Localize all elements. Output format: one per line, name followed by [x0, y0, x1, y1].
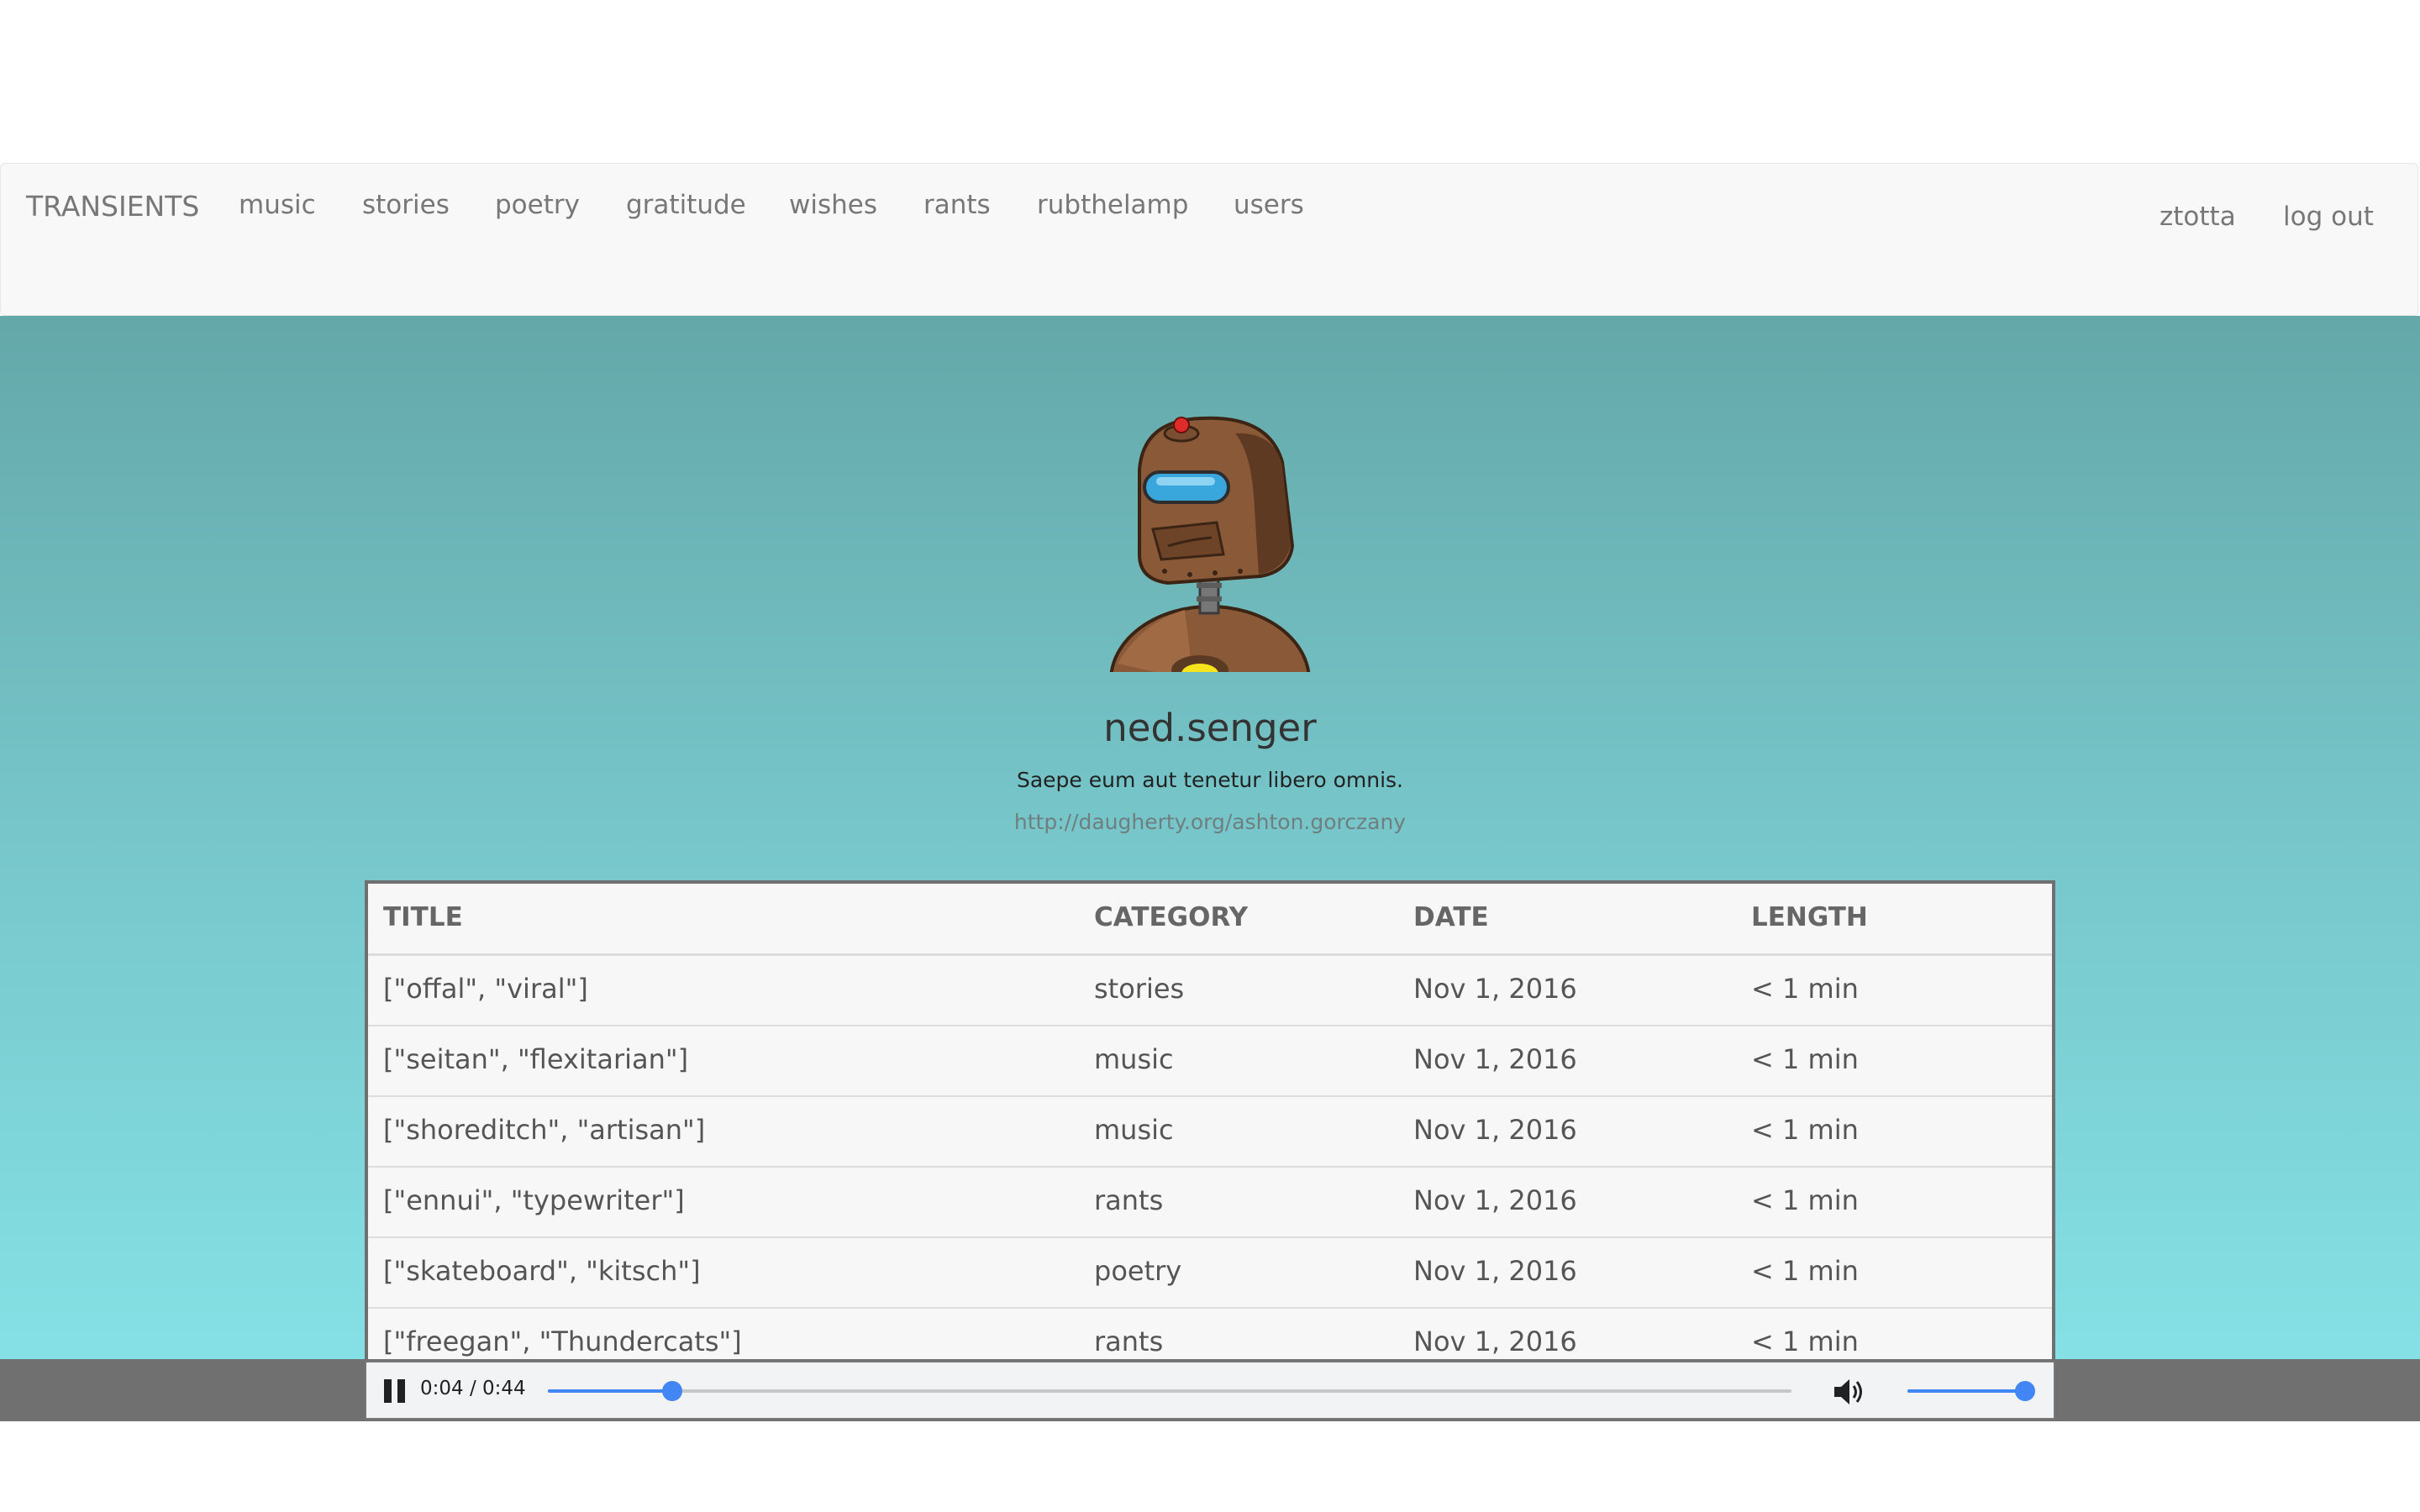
logout-link[interactable]: log out: [2283, 199, 2374, 235]
row-category: poetry: [1094, 1255, 1182, 1287]
profile-tagline: Saepe eum aut tenetur libero omnis.: [1016, 768, 1403, 792]
nav-link-stories[interactable]: stories: [362, 187, 450, 223]
row-date: Nov 1, 2016: [1413, 1255, 1577, 1287]
profile-username: ned.senger: [1103, 706, 1317, 750]
row-length: < 1 min: [1751, 1043, 1859, 1075]
nav-link-rants[interactable]: rants: [923, 187, 991, 223]
row-date: Nov 1, 2016: [1413, 1184, 1577, 1216]
brand-link[interactable]: TRANSIENTS: [26, 187, 199, 226]
nav-link-music[interactable]: music: [239, 187, 316, 223]
nav-link-poetry[interactable]: poetry: [495, 187, 580, 223]
row-date: Nov 1, 2016: [1413, 973, 1577, 1005]
row-category: rants: [1094, 1184, 1164, 1216]
seek-slider-thumb[interactable]: [662, 1381, 682, 1401]
header-length[interactable]: LENGTH: [1751, 902, 1868, 932]
profile-hero: ned.senger Saepe eum aut tenetur libero …: [0, 316, 2420, 1421]
volume-slider[interactable]: [1907, 1381, 2035, 1401]
nav-link-users[interactable]: users: [1234, 187, 1304, 223]
header-title[interactable]: TITLE: [383, 902, 463, 932]
row-title[interactable]: ["skateboard", "kitsch"]: [383, 1255, 701, 1287]
row-length: < 1 min: [1751, 1326, 1859, 1357]
row-title[interactable]: ["shoreditch", "artisan"]: [383, 1114, 705, 1146]
row-title[interactable]: ["seitan", "flexitarian"]: [383, 1043, 688, 1075]
table-row[interactable]: ["shoreditch", "artisan"] music Nov 1, 2…: [368, 1097, 2052, 1168]
pause-icon[interactable]: [383, 1379, 407, 1403]
row-category: music: [1094, 1114, 1174, 1146]
seek-slider[interactable]: [548, 1381, 1791, 1401]
volume-icon[interactable]: [1832, 1376, 1867, 1408]
volume-slider-fill: [1907, 1389, 2025, 1393]
row-length: < 1 min: [1751, 973, 1859, 1005]
robot-avatar-icon: [1109, 416, 1311, 672]
nav-link-rubthelamp[interactable]: rubthelamp: [1037, 187, 1188, 223]
top-navbar: TRANSIENTS music stories poetry gratitud…: [0, 163, 2418, 316]
audio-player: 0:04 / 0:44: [365, 1361, 2055, 1420]
profile-website-link[interactable]: http://daugherty.org/ashton.gorczany: [0, 810, 2420, 834]
seek-slider-fill: [548, 1389, 672, 1393]
volume-slider-thumb[interactable]: [2015, 1381, 2035, 1401]
table-header-row: TITLE CATEGORY DATE LENGTH: [368, 884, 2052, 956]
row-length: < 1 min: [1751, 1255, 1859, 1287]
header-category[interactable]: CATEGORY: [1094, 902, 1248, 932]
row-category: rants: [1094, 1326, 1164, 1357]
table-row[interactable]: ["skateboard", "kitsch"] poetry Nov 1, 2…: [368, 1238, 2052, 1309]
row-title[interactable]: ["freegan", "Thundercats"]: [383, 1326, 742, 1357]
row-category: stories: [1094, 973, 1185, 1005]
posts-table: TITLE CATEGORY DATE LENGTH ["offal", "vi…: [365, 880, 2055, 1421]
row-date: Nov 1, 2016: [1413, 1043, 1577, 1075]
row-category: music: [1094, 1043, 1174, 1075]
row-date: Nov 1, 2016: [1413, 1326, 1577, 1357]
nav-user-link[interactable]: ztotta: [2160, 199, 2236, 235]
row-title[interactable]: ["offal", "viral"]: [383, 973, 588, 1005]
nav-link-wishes[interactable]: wishes: [789, 187, 877, 223]
row-length: < 1 min: [1751, 1114, 1859, 1146]
row-title[interactable]: ["ennui", "typewriter"]: [383, 1184, 685, 1216]
row-date: Nov 1, 2016: [1413, 1114, 1577, 1146]
nav-link-gratitude[interactable]: gratitude: [626, 187, 746, 223]
row-length: < 1 min: [1751, 1184, 1859, 1216]
table-row[interactable]: ["seitan", "flexitarian"] music Nov 1, 2…: [368, 1026, 2052, 1097]
header-date[interactable]: DATE: [1413, 902, 1489, 932]
table-row[interactable]: ["offal", "viral"] stories Nov 1, 2016 <…: [368, 956, 2052, 1026]
playback-time: 0:04 / 0:44: [420, 1378, 526, 1399]
table-row[interactable]: ["ennui", "typewriter"] rants Nov 1, 201…: [368, 1168, 2052, 1238]
